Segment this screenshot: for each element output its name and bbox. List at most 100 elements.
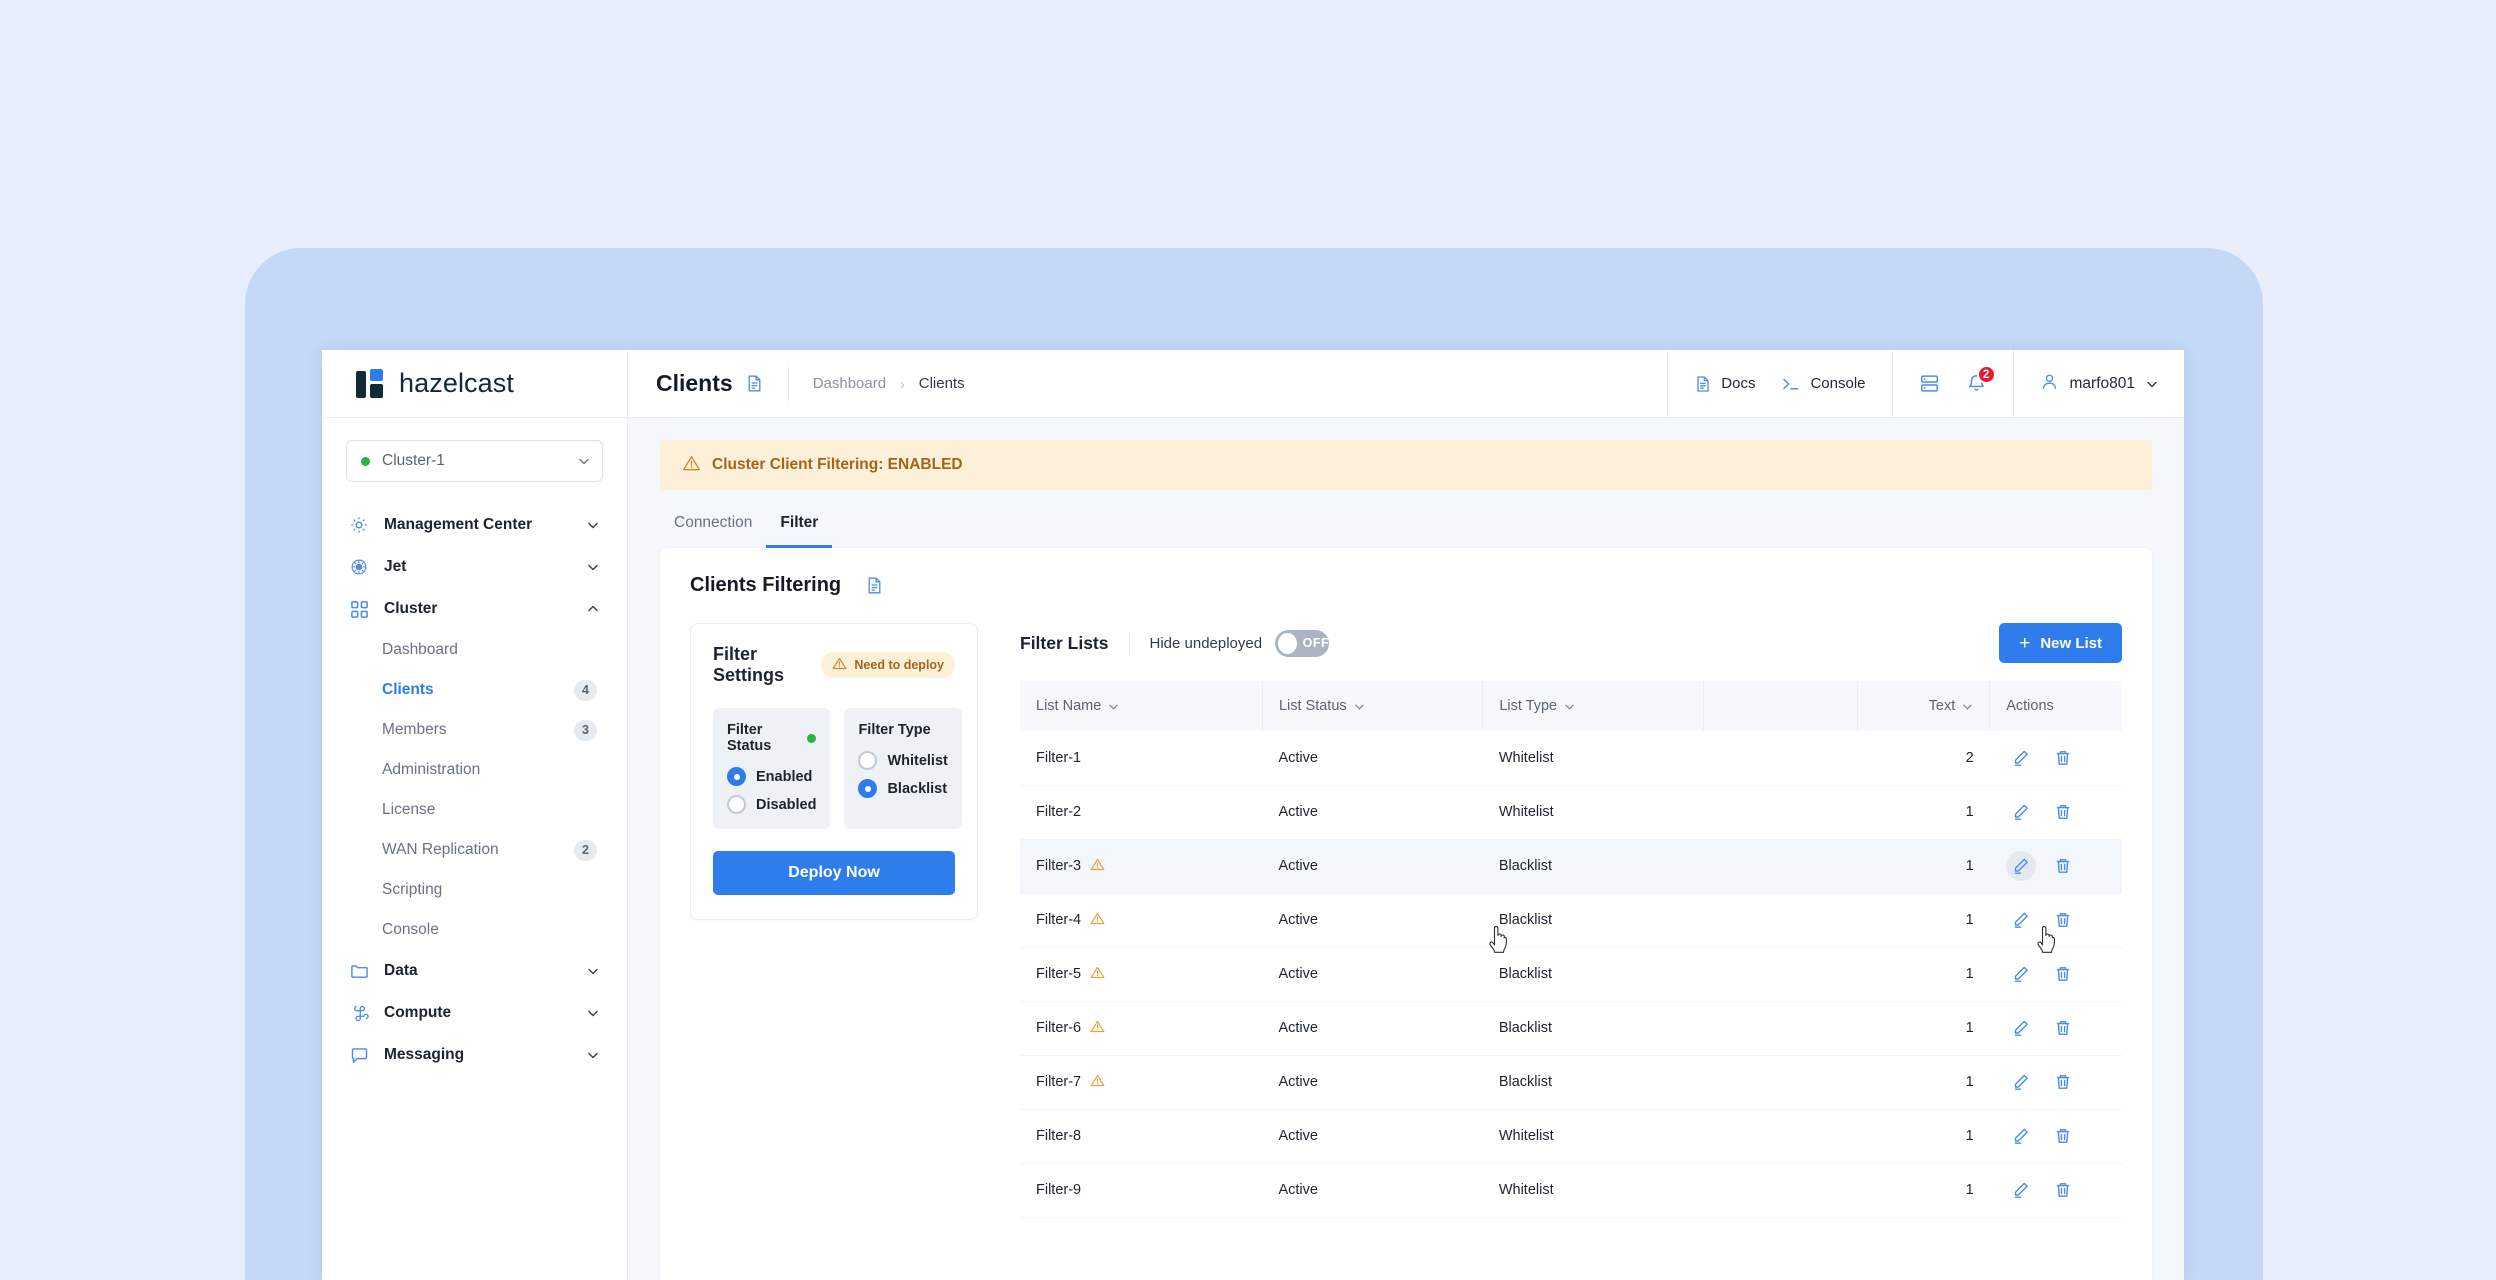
notifications-bell-icon[interactable]: 2	[1966, 365, 1996, 394]
delete-icon[interactable]	[2048, 851, 2078, 881]
radio-disabled-input[interactable]	[727, 795, 746, 814]
user-menu-inner[interactable]: marfo801	[2040, 372, 2158, 396]
radio-enabled[interactable]: Enabled	[727, 767, 816, 786]
table-row[interactable]: Filter-3 Active Blacklist 1	[1020, 839, 2122, 894]
sidebar-group-data[interactable]: Data	[346, 950, 603, 992]
list-name-text: Filter-3	[1036, 858, 1082, 874]
radio-blacklist-input[interactable]	[858, 779, 878, 798]
list-name-text: Filter-6	[1036, 1020, 1082, 1036]
tab-filter[interactable]: Filter	[766, 504, 833, 548]
deploy-now-button[interactable]: Deploy Now	[713, 851, 955, 895]
content-area: Cluster Client Filtering: ENABLED Connec…	[628, 418, 2184, 1280]
sidebar-group-messaging[interactable]: Messaging	[346, 1034, 603, 1076]
delete-icon[interactable]	[2048, 797, 2078, 827]
cluster-selector[interactable]: Cluster-1	[346, 440, 603, 482]
table-row[interactable]: Filter-5 Active Blacklist 1	[1020, 947, 2122, 1002]
cell-actions	[1989, 839, 2122, 894]
cell-spacer	[1703, 893, 1858, 948]
sidebar-item-clients[interactable]: Clients 4	[346, 670, 603, 710]
list-name-text: Filter-7	[1036, 1074, 1082, 1090]
delete-icon[interactable]	[2048, 743, 2078, 773]
document-icon[interactable]	[865, 576, 884, 595]
column-list-name[interactable]: List Name	[1020, 681, 1263, 731]
filter-type-box: Filter Type Whitelist Blacklist	[844, 708, 962, 829]
cell-list-type: Blacklist	[1482, 893, 1704, 948]
radio-enabled-input[interactable]	[727, 767, 746, 786]
cell-actions	[1989, 947, 2122, 1002]
document-icon[interactable]	[745, 374, 764, 393]
table-header: List Name List Status List Type Text Act…	[1020, 681, 2122, 731]
cell-list-name: Filter-2	[1020, 785, 1263, 840]
table-row[interactable]: Filter-1 Active Whitelist 2	[1020, 731, 2122, 786]
edit-icon[interactable]	[2006, 1121, 2036, 1151]
user-menu[interactable]: marfo801	[2012, 350, 2184, 417]
radio-whitelist[interactable]: Whitelist	[858, 751, 948, 770]
sidebar-item-console[interactable]: Console	[346, 910, 603, 950]
cell-text-count: 1	[1857, 1109, 1990, 1164]
filter-settings-options: Filter Status Enabled Disabled Filter Ty…	[713, 708, 962, 829]
sidebar-item-members[interactable]: Members 3	[346, 710, 603, 750]
column-text[interactable]: Text	[1857, 681, 1991, 731]
edit-icon[interactable]	[2006, 959, 2036, 989]
tab-connection[interactable]: Connection	[660, 504, 766, 548]
breadcrumb-dashboard[interactable]: Dashboard	[813, 375, 886, 392]
sidebar-group-cluster[interactable]: Cluster	[346, 588, 603, 630]
sidebar: hazelcast Cluster-1 Management Center Je…	[322, 350, 628, 1280]
cell-list-status: Active	[1262, 1109, 1483, 1164]
edit-icon[interactable]	[2006, 1013, 2036, 1043]
page-title-group: Clients	[628, 370, 764, 397]
column-list-status[interactable]: List Status	[1262, 681, 1484, 731]
delete-icon[interactable]	[2048, 1121, 2078, 1151]
radio-whitelist-input[interactable]	[858, 751, 878, 770]
table-row[interactable]: Filter-7 Active Blacklist 1	[1020, 1055, 2122, 1110]
radio-blacklist[interactable]: Blacklist	[858, 779, 947, 798]
hide-undeployed-toggle[interactable]: OFF	[1275, 629, 1330, 657]
filter-lists-table: List Name List Status List Type Text Act…	[1020, 681, 2122, 1218]
delete-icon[interactable]	[2048, 1013, 2078, 1043]
sidebar-group-jet[interactable]: Jet	[346, 546, 603, 588]
table-row[interactable]: Filter-2 Active Whitelist 1	[1020, 785, 2122, 840]
edit-icon[interactable]	[2006, 743, 2036, 773]
console-link[interactable]: Console	[1781, 375, 1866, 393]
sidebar-item-license[interactable]: License	[346, 790, 603, 830]
server-stack-icon[interactable]	[1919, 373, 1940, 394]
delete-icon[interactable]	[2048, 1175, 2078, 1205]
filter-status-indicator	[807, 733, 817, 743]
sidebar-badge-members: 3	[574, 719, 597, 741]
docs-link[interactable]: Docs	[1694, 375, 1755, 393]
chevron-down-icon	[587, 1007, 599, 1019]
table-row[interactable]: Filter-8 Active Whitelist 1	[1020, 1109, 2122, 1164]
sidebar-group-management-center[interactable]: Management Center	[346, 504, 603, 546]
edit-icon[interactable]	[2005, 851, 2036, 881]
filter-lists-header: Filter Lists Hide undeployed OFF + New L…	[1020, 623, 2122, 663]
sidebar-item-dashboard[interactable]: Dashboard	[346, 630, 603, 670]
user-name: marfo801	[2069, 374, 2135, 392]
sidebar-item-wan-replication[interactable]: WAN Replication 2	[346, 830, 603, 870]
table-row[interactable]: Filter-4 Active Blacklist 1	[1020, 893, 2122, 948]
command-icon	[348, 1002, 370, 1024]
new-list-button[interactable]: + New List	[1999, 623, 2122, 663]
edit-icon[interactable]	[2006, 1067, 2036, 1097]
table-row[interactable]: Filter-9 Active Whitelist 1	[1020, 1163, 2122, 1218]
filter-lists-section: Filter Lists Hide undeployed OFF + New L…	[1020, 623, 2122, 1218]
delete-icon[interactable]	[2048, 959, 2078, 989]
delete-icon[interactable]	[2048, 1067, 2078, 1097]
delete-icon[interactable]	[2048, 905, 2078, 935]
edit-icon[interactable]	[2006, 1175, 2036, 1205]
radio-disabled[interactable]: Disabled	[727, 795, 816, 814]
chat-icon	[348, 1044, 370, 1066]
sidebar-item-administration[interactable]: Administration	[346, 750, 603, 790]
brand-logo[interactable]: hazelcast	[322, 350, 627, 418]
filter-settings-title: Filter Settings	[713, 644, 785, 685]
column-list-type[interactable]: List Type	[1482, 681, 1704, 731]
sidebar-item-scripting[interactable]: Scripting	[346, 870, 603, 910]
edit-icon[interactable]	[2006, 905, 2036, 935]
table-row[interactable]: Filter-6 Active Blacklist 1	[1020, 1001, 2122, 1056]
sidebar-item-label: WAN Replication	[382, 841, 499, 858]
edit-icon[interactable]	[2006, 797, 2036, 827]
sidebar-group-compute[interactable]: Compute	[346, 992, 603, 1034]
column-label: Text	[1928, 698, 1956, 714]
cell-spacer	[1703, 731, 1858, 786]
breadcrumb-current: Clients	[918, 375, 965, 392]
cell-list-name: Filter-1	[1020, 731, 1263, 786]
